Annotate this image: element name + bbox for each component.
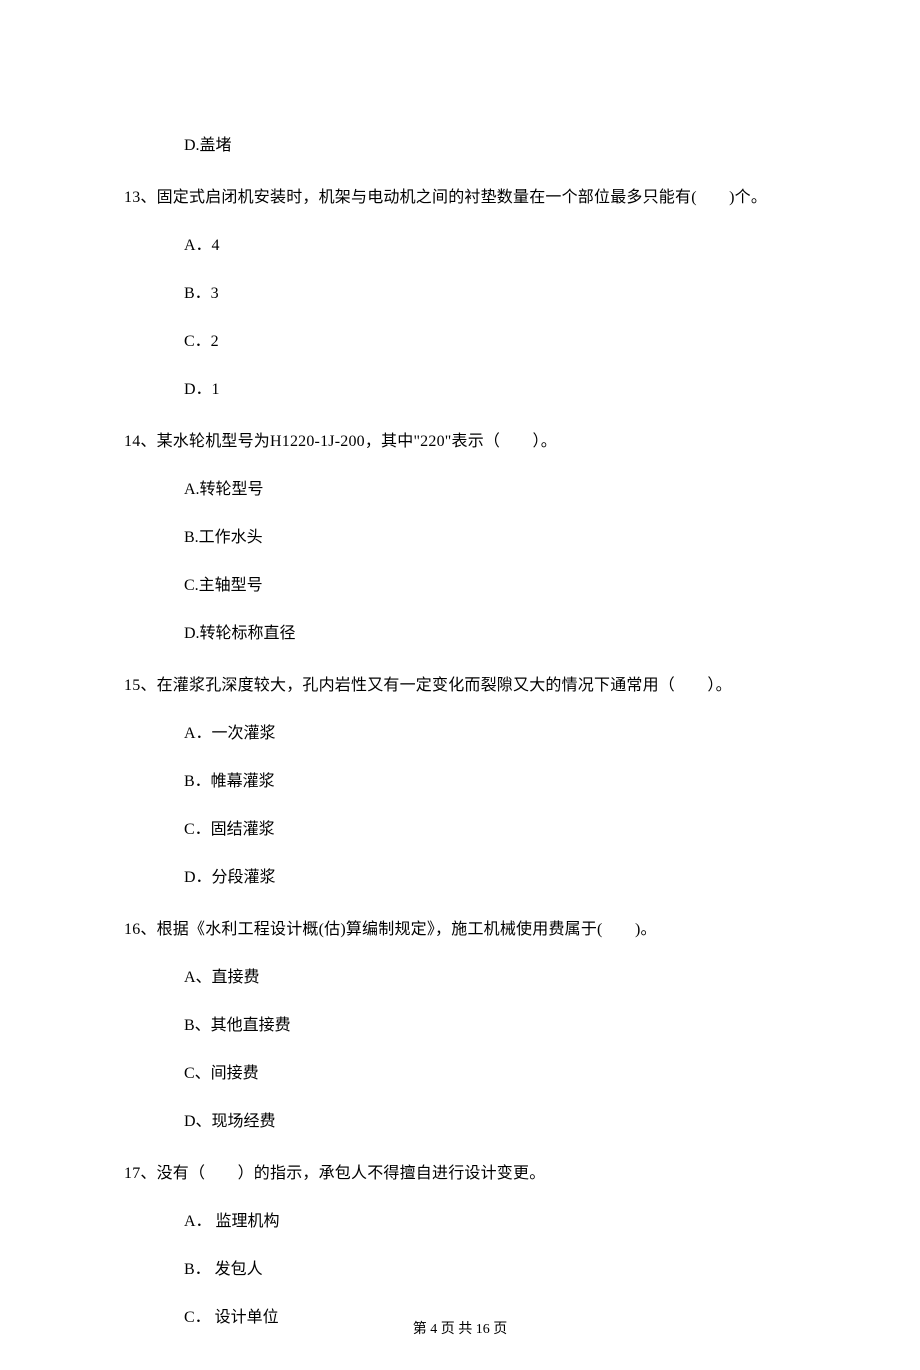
q16-text: 16、根据《水利工程设计概(估)算编制规定》，施工机械使用费属于( )。 [124, 918, 800, 942]
q13-option-c: C．2 [124, 330, 800, 354]
q17-option-a: A． 监理机构 [124, 1210, 800, 1234]
q15-option-b: B．帷幕灌浆 [124, 770, 800, 794]
q13-option-b: B．3 [124, 282, 800, 306]
q14-option-b: B.工作水头 [124, 526, 800, 550]
page: D.盖堵 13、固定式启闭机安装时，机架与电动机之间的衬垫数量在一个部位最多只能… [0, 0, 920, 1370]
q13-text: 13、固定式启闭机安装时，机架与电动机之间的衬垫数量在一个部位最多只能有( )个… [124, 186, 800, 210]
q15-option-c: C．固结灌浆 [124, 818, 800, 842]
q16-option-c: C、间接费 [124, 1062, 800, 1086]
q13-option-a: A．4 [124, 234, 800, 258]
q15-text: 15、在灌浆孔深度较大，孔内岩性又有一定变化而裂隙又大的情况下通常用（ ）。 [124, 674, 800, 698]
q16-option-d: D、现场经费 [124, 1110, 800, 1134]
q13-option-d: D．1 [124, 378, 800, 402]
q14-option-d: D.转轮标称直径 [124, 622, 800, 646]
q12-option-d: D.盖堵 [124, 134, 800, 158]
q17-text: 17、没有（ ）的指示，承包人不得擅自进行设计变更。 [124, 1162, 800, 1186]
page-footer: 第 4 页 共 16 页 [0, 1319, 920, 1340]
q16-option-b: B、其他直接费 [124, 1014, 800, 1038]
q16-option-a: A、直接费 [124, 966, 800, 990]
q14-option-a: A.转轮型号 [124, 478, 800, 502]
q14-text: 14、某水轮机型号为H1220-1J-200，其中"220"表示（ ）。 [124, 430, 800, 454]
q14-option-c: C.主轴型号 [124, 574, 800, 598]
q15-option-a: A．一次灌浆 [124, 722, 800, 746]
q15-option-d: D．分段灌浆 [124, 866, 800, 890]
q17-option-b: B． 发包人 [124, 1258, 800, 1282]
